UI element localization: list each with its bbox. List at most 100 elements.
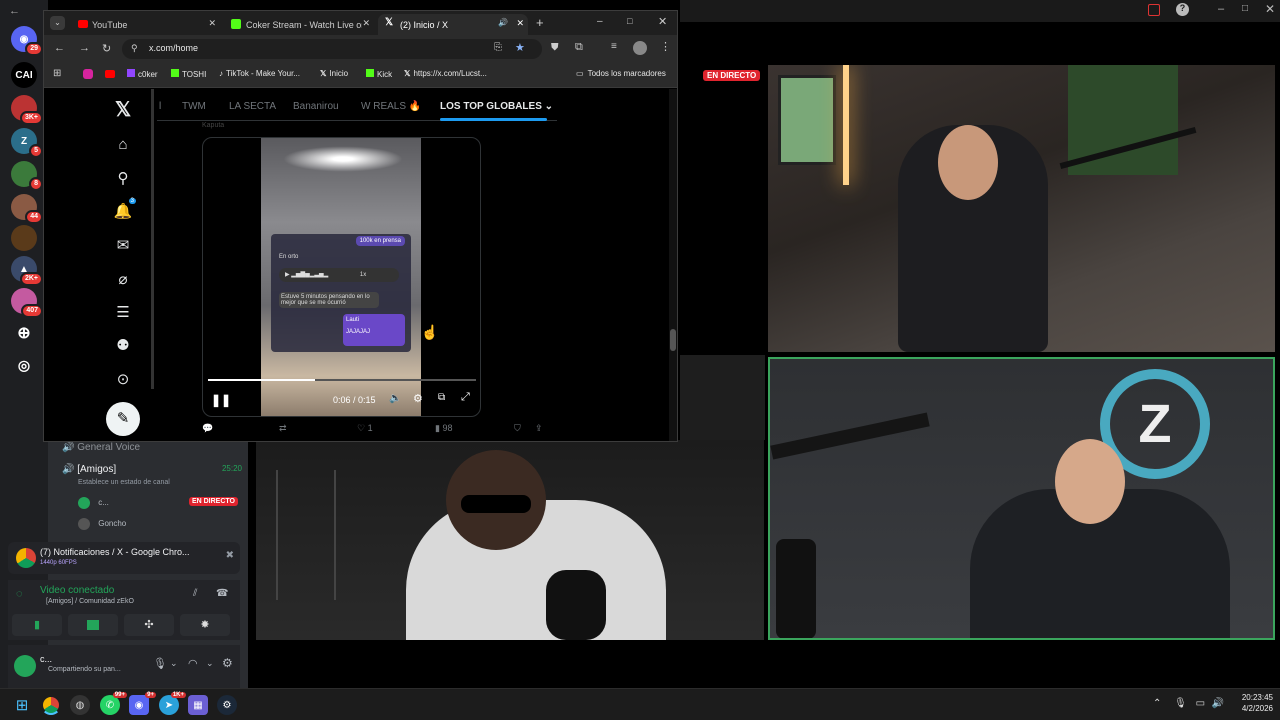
telegram-icon[interactable]: ➤ 1K+ [159,692,186,715]
tab-la-secta[interactable]: LA SECTA [229,101,276,112]
profile-icon[interactable] [1148,4,1160,16]
stream-tile-top[interactable] [768,65,1275,352]
apps-grid-icon[interactable]: ⊞ [53,68,61,79]
start-windows-icon[interactable]: ⊞ [12,695,32,715]
tab-x-home[interactable]: 𝕏 (2) Inicio / X 🔊 ✕ [378,14,528,35]
tab-los-top-globales[interactable]: LOS TOP GLOBALES ⌄ [440,101,553,112]
install-app-icon[interactable]: ⎘ [494,42,502,53]
profile-avatar-icon[interactable] [633,41,647,55]
chevron-down-icon[interactable]: ⌄ [170,658,178,669]
close-window-icon[interactable]: ✕ [658,15,667,28]
cai-server-icon[interactable]: CAI [11,62,37,88]
tab-twm[interactable]: TWM [182,101,206,112]
share-icon[interactable]: ⇪ [535,423,543,434]
close-popup-icon[interactable]: ✖ [226,550,234,561]
instagram-icon[interactable] [83,69,93,79]
tray-chevron-icon[interactable]: ⌃ [1153,698,1161,709]
extension-shield-icon[interactable]: ⛊ [551,42,559,53]
forward-arrow-icon[interactable]: → [79,42,90,54]
site-info-icon[interactable]: ⚲ [131,43,138,54]
tab-w-reals[interactable]: W REALS 🔥 [361,101,421,112]
url-bar[interactable]: ⚲ x.com/home ⎘ ★ [122,39,542,59]
discord-icon[interactable]: ◉ 9+ [129,692,156,715]
all-bookmarks-folder[interactable]: ▭ Todos los marcadores [576,69,666,78]
minimize-icon[interactable]: – [597,16,603,27]
messages-mail-icon[interactable]: ✉ [110,232,136,258]
bookmark-inicio[interactable]: 𝕏 Inicio [320,69,348,78]
tab-l[interactable]: l [159,101,161,112]
soundboard-button[interactable]: ✸ [180,614,230,636]
more-circle-icon[interactable]: ⊙ [110,366,136,392]
avatar[interactable] [14,655,36,677]
voice-channel-amigos[interactable]: 🔊 [Amigos] 25:20 [62,464,242,475]
bookmark-icon[interactable]: ⛉ [514,423,521,434]
youtube-icon[interactable] [105,70,115,78]
network-icon[interactable]: ▭ [1196,698,1205,709]
bookmark-x-link[interactable]: 𝕏https://x.com/Lucst... [404,69,487,78]
server-avatar-icon[interactable]: 44 [11,194,43,224]
bookmark-tiktok[interactable]: ♪ TikTok - Make Your... [219,69,300,78]
screen-share-button[interactable] [68,614,118,636]
clock[interactable]: 20:23:45 4/2/2026 [1228,692,1273,714]
tab-kick[interactable]: Coker Stream - Watch Live on ✕ [224,14,374,35]
bookmark-kick[interactable]: Kick [366,69,392,79]
app-grid-icon[interactable]: ▦ [188,695,208,715]
home-icon[interactable]: ⌂ [110,131,136,157]
page-scrollbar[interactable] [669,89,677,441]
window-back-icon[interactable]: ← [9,5,20,17]
voice-member[interactable]: Goncho [78,518,126,530]
stream-preview-card[interactable]: (7) Notificaciones / X - Google Chro... … [8,542,240,574]
x-logo-icon[interactable]: 𝕏 [110,96,136,122]
grok-icon[interactable]: ⌀ [110,266,136,292]
close-tab-icon[interactable]: ✕ [362,18,370,29]
volume-icon[interactable]: 🔈 [389,393,401,404]
close-tab-icon[interactable]: ✕ [208,18,216,29]
settings-gear-icon[interactable]: ⚙ [222,656,233,670]
new-tab-button[interactable]: + [536,15,544,30]
disconnect-icon[interactable]: ☎ [216,588,228,599]
left-scrollbar[interactable] [151,89,154,389]
tab-youtube[interactable]: YouTube ✕ [70,14,220,35]
repost-icon[interactable]: ⇄ [279,423,287,434]
notifications-bell-icon[interactable]: 🔔 3 [110,198,136,224]
server-avatar-icon[interactable]: 3K+ [11,95,43,125]
minimize-icon[interactable]: – [1218,3,1224,15]
whatsapp-icon[interactable]: ✆ 99+ [100,692,127,715]
reading-list-icon[interactable]: ≡ [611,41,617,52]
chevron-down-icon[interactable]: ⌄ [206,658,214,669]
server-avatar-icon[interactable] [11,225,37,251]
scrollbar-thumb[interactable] [670,329,676,351]
noise-suppression-icon[interactable]: ⫽ [193,588,197,599]
discord-home-icon[interactable]: ◉ 29 [11,26,43,56]
volume-icon[interactable]: 🔊 [1212,698,1224,709]
video-settings-gear-icon[interactable]: ⚙ [413,392,423,405]
maximize-icon[interactable]: □ [1242,3,1248,14]
close-icon[interactable]: ✕ [1265,2,1275,16]
activities-button[interactable]: ✣ [124,614,174,636]
obs-icon[interactable]: ◍ [70,695,90,715]
maximize-icon[interactable]: □ [627,16,632,26]
steam-icon[interactable]: ⚙ [217,695,237,715]
tab-bananirou[interactable]: Bananirou [293,101,339,112]
tab-search-icon[interactable]: ⌄ [50,16,65,30]
compose-post-button[interactable]: ✎ [106,402,140,436]
stream-tile-bottom[interactable]: Z [768,357,1275,640]
profile-icon[interactable]: ⚉ [110,332,136,358]
menu-dots-icon[interactable]: ⋮ [660,40,671,53]
video-progress-track[interactable] [208,379,476,381]
chrome-icon[interactable] [41,695,61,715]
views-button[interactable]: ▮ 98 [435,423,452,434]
reply-icon[interactable]: 💬 [202,423,213,434]
server-avatar-icon[interactable]: 8 [11,161,43,191]
voice-member[interactable]: c... EN DIRECTO [78,497,238,509]
tab-audio-icon[interactable]: 🔊 [498,18,508,27]
headphones-icon[interactable]: ◠ [188,657,198,670]
bookmark-toshi[interactable]: TOSHI [171,69,206,79]
picture-in-picture-icon[interactable]: ⧉ [438,392,445,403]
channel-status-prompt[interactable]: Establece un estado de canal [78,479,170,486]
add-server-icon[interactable]: ⊕ [11,320,37,346]
post-video[interactable]: 100k en prensa En orto ▶ ▂▅▇▅▂▃▅▂ 1x Est… [202,137,481,417]
fullscreen-icon[interactable]: ⤢ [461,391,470,404]
server-avatar-icon[interactable]: ▲ 2K+ [11,256,43,286]
help-icon[interactable]: ? [1176,3,1189,16]
